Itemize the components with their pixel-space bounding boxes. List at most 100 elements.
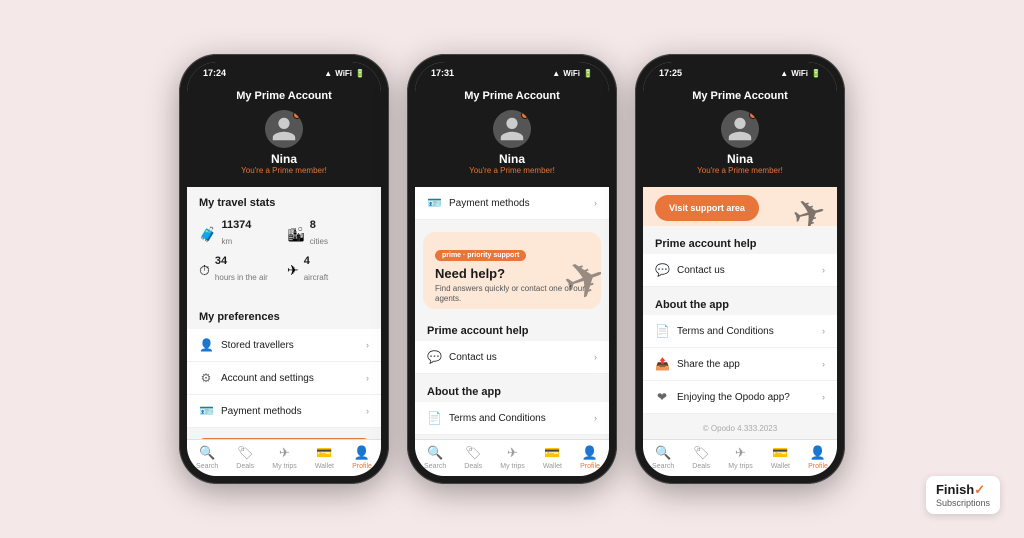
stat-aircraft: ✈ 4 aircraft bbox=[287, 255, 369, 285]
menu-terms-p2[interactable]: 📄 Terms and Conditions › bbox=[415, 402, 609, 435]
plane-deco-p3: ✈ bbox=[788, 188, 832, 226]
user-icon-3 bbox=[726, 115, 754, 143]
bottom-nav-3: 🔍 Search 🏷 Deals ✈ My trips 💳 Wallet 👤 bbox=[643, 439, 837, 476]
chevron-enjoy-p3: › bbox=[822, 392, 825, 402]
menu-share-p3[interactable]: 📤 Share the app › bbox=[643, 348, 837, 381]
search-nav-icon-3: 🔍 bbox=[655, 445, 671, 461]
nav-deals-label: Deals bbox=[236, 463, 254, 470]
stat-aircraft-value: 4 bbox=[304, 255, 328, 267]
chevron-icon: › bbox=[366, 340, 369, 350]
brand-sub: Subscriptions bbox=[936, 498, 990, 508]
nav-deals-1[interactable]: 🏷 Deals bbox=[236, 445, 254, 470]
avatar-dot-2 bbox=[521, 111, 529, 119]
nav-wallet-2[interactable]: 💳 Wallet bbox=[543, 445, 562, 470]
nav-trips-3[interactable]: ✈ My trips bbox=[728, 445, 753, 470]
checkmark-icon: ✓ bbox=[974, 482, 985, 497]
menu-contact-p3[interactable]: 💬 Contact us › bbox=[643, 254, 837, 287]
status-bar-2: 17:31 ▲ WiFi 🔋 bbox=[415, 62, 609, 82]
city-icon: 🏙 bbox=[287, 226, 305, 243]
nav-trips-2[interactable]: ✈ My trips bbox=[500, 445, 525, 470]
menu-payment-p2[interactable]: 🪪 Payment methods › bbox=[415, 187, 609, 220]
phones-container: 17:24 ▲ WiFi 🔋 My Prime Account Nina You… bbox=[159, 34, 865, 504]
heart-icon-p3: ❤ bbox=[655, 390, 669, 404]
nav-trips-label-3: My trips bbox=[728, 463, 753, 470]
deals-nav-icon-3: 🏷 bbox=[693, 445, 710, 461]
avatar-1 bbox=[265, 110, 303, 148]
stat-aircraft-label: aircraft bbox=[304, 273, 328, 282]
help-banner: prime · priority support Need help? Find… bbox=[423, 232, 601, 309]
chevron-terms-p3: › bbox=[822, 326, 825, 336]
nav-deals-2[interactable]: 🏷 Deals bbox=[464, 445, 482, 470]
time-3: 17:25 bbox=[659, 68, 682, 78]
menu-stored-travellers[interactable]: 👤 Stored travellers › bbox=[187, 329, 381, 362]
nav-profile-2[interactable]: 👤 Profile bbox=[580, 445, 600, 470]
nav-search-2[interactable]: 🔍 Search bbox=[424, 445, 446, 470]
chevron-contact-p3: › bbox=[822, 265, 825, 275]
nav-deals-label-2: Deals bbox=[464, 463, 482, 470]
search-nav-icon-2: 🔍 bbox=[427, 445, 443, 461]
deals-nav-icon-2: 🏷 bbox=[465, 445, 482, 461]
nav-search-3[interactable]: 🔍 Search bbox=[652, 445, 674, 470]
user-icon-2 bbox=[498, 115, 526, 143]
profile-nav-icon-active-2: 👤 bbox=[582, 445, 598, 461]
stat-cities-label: cities bbox=[310, 237, 328, 246]
menu-account-settings[interactable]: ⚙ Account and settings › bbox=[187, 362, 381, 395]
preferences-title: My preferences bbox=[187, 301, 381, 329]
stat-hours: ⏱ 34 hours in the air bbox=[199, 255, 281, 285]
stat-km-value: 11374 bbox=[221, 219, 251, 231]
menu-payment[interactable]: 🪪 Payment methods › bbox=[187, 395, 381, 428]
support-image-area: ✈ Visit support area bbox=[643, 187, 837, 226]
bottom-nav-2: 🔍 Search 🏷 Deals ✈ My trips 💳 Wallet 👤 bbox=[415, 439, 609, 476]
app-header-1: My Prime Account Nina You're a Prime mem… bbox=[187, 82, 381, 187]
enjoy-label-p3: Enjoying the Opodo app? bbox=[677, 392, 790, 403]
status-icons-2: ▲ WiFi 🔋 bbox=[552, 69, 593, 78]
search-nav-icon: 🔍 bbox=[199, 445, 215, 461]
nav-profile-label: Profile bbox=[352, 463, 372, 470]
nav-wallet-label: Wallet bbox=[315, 463, 334, 470]
nav-search-label-3: Search bbox=[652, 463, 674, 470]
app-header-2: My Prime Account Nina You're a Prime mem… bbox=[415, 82, 609, 187]
contact-icon-p3: 💬 bbox=[655, 263, 669, 277]
trips-nav-icon-3: ✈ bbox=[735, 445, 746, 461]
nav-search-1[interactable]: 🔍 Search bbox=[196, 445, 218, 470]
stat-km: 🧳 11374 km bbox=[199, 219, 281, 249]
nav-trips-1[interactable]: ✈ My trips bbox=[272, 445, 297, 470]
about-title-p3: About the app bbox=[643, 291, 837, 315]
app-header-3: My Prime Account Nina You're a Prime mem… bbox=[643, 82, 837, 187]
user-icon-1 bbox=[270, 115, 298, 143]
status-icons-3: ▲ WiFi 🔋 bbox=[780, 69, 821, 78]
terms-label-p3: Terms and Conditions bbox=[677, 326, 774, 337]
phone-2: 17:31 ▲ WiFi 🔋 My Prime Account Nina You… bbox=[407, 54, 617, 484]
chevron-payment: › bbox=[594, 198, 597, 208]
nav-profile-1[interactable]: 👤 Profile bbox=[352, 445, 372, 470]
nav-profile-3[interactable]: 👤 Profile bbox=[808, 445, 828, 470]
menu-enjoy-p3[interactable]: ❤ Enjoying the Opodo app? › bbox=[643, 381, 837, 414]
content-area-1: My travel stats 🧳 11374 km 🏙 8 cities bbox=[187, 187, 381, 439]
timer-icon: ⏱ bbox=[199, 262, 210, 279]
nav-wallet-1[interactable]: 💳 Wallet bbox=[315, 445, 334, 470]
time-2: 17:31 bbox=[431, 68, 454, 78]
nav-deals-3[interactable]: 🏷 Deals bbox=[692, 445, 710, 470]
contact-label-p2: Contact us bbox=[449, 352, 497, 363]
deals-nav-icon: 🏷 bbox=[237, 445, 254, 461]
visit-support-main-btn[interactable]: Visit support area bbox=[655, 195, 759, 221]
share-icon-p3: 📤 bbox=[655, 357, 669, 371]
account-settings-label: Account and settings bbox=[221, 373, 314, 384]
nav-wallet-label-3: Wallet bbox=[771, 463, 790, 470]
prime-badge-2: You're a Prime member! bbox=[425, 166, 599, 175]
brand-name: Finish✓ bbox=[936, 482, 990, 498]
nav-trips-label-2: My trips bbox=[500, 463, 525, 470]
stat-hours-value: 34 bbox=[215, 255, 268, 267]
menu-contact-p2[interactable]: 💬 Contact us › bbox=[415, 341, 609, 374]
chevron-terms: › bbox=[594, 413, 597, 423]
nav-wallet-3[interactable]: 💳 Wallet bbox=[771, 445, 790, 470]
menu-terms-p3[interactable]: 📄 Terms and Conditions › bbox=[643, 315, 837, 348]
stored-travellers-label: Stored travellers bbox=[221, 340, 294, 351]
header-title-3: My Prime Account bbox=[653, 90, 827, 102]
user-name-3: Nina bbox=[653, 152, 827, 166]
payment-icon-p2: 🪪 bbox=[427, 196, 441, 210]
avatar-dot-1 bbox=[293, 111, 301, 119]
trips-nav-icon: ✈ bbox=[279, 445, 290, 461]
trips-nav-icon-2: ✈ bbox=[507, 445, 518, 461]
avatar-2 bbox=[493, 110, 531, 148]
